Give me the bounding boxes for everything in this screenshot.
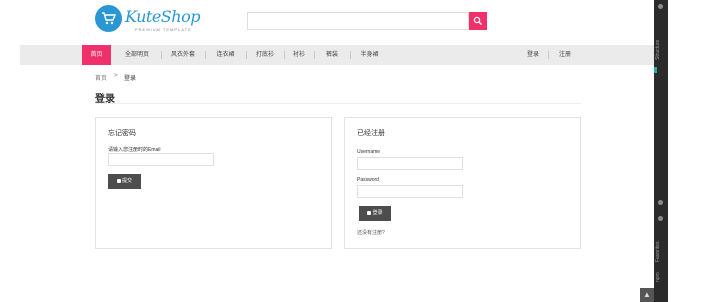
nav-divider <box>246 51 247 59</box>
nav-item-all[interactable]: 全部明页 <box>116 45 158 65</box>
nav-divider <box>314 51 315 59</box>
scroll-top-button[interactable]: ▲ <box>640 288 654 302</box>
nav-divider <box>205 51 206 59</box>
nav-divider <box>350 51 351 59</box>
forgot-submit-button[interactable]: 提交 <box>108 174 141 189</box>
title-divider <box>95 103 581 104</box>
side-favorites-label[interactable]: Favorites <box>655 232 667 262</box>
side-npm-label[interactable]: npm <box>655 268 667 282</box>
tool-dot-icon <box>658 216 663 221</box>
nav-item-shirts[interactable]: 衬衫 <box>287 45 311 65</box>
side-structure-label[interactable]: Structure <box>655 18 667 60</box>
nav-login-link[interactable]: 登录 <box>520 45 546 65</box>
breadcrumb-current: 登录 <box>124 76 137 82</box>
username-label: Username <box>357 149 381 155</box>
forgot-email-label: 请输入您注册时的Email <box>108 147 161 153</box>
logo-wordmark: KuteShop <box>125 7 200 26</box>
page: { "header": { "logo_text": "KuteShop", "… <box>0 0 718 302</box>
nav-divider <box>161 51 162 59</box>
nav-item-pants[interactable]: 裤装 <box>317 45 347 65</box>
side-tool-strip: Structure Favorites npm <box>654 0 668 302</box>
nav-divider <box>284 51 285 59</box>
tool-dot-icon <box>658 200 663 205</box>
left-margin <box>0 0 20 302</box>
side-marker <box>654 67 657 73</box>
username-field[interactable] <box>357 157 463 170</box>
nav-item-tops[interactable]: 打底衫 <box>249 45 281 65</box>
login-submit-button[interactable]: 登录 <box>359 206 391 221</box>
lock-icon <box>367 210 372 215</box>
no-account-register-link[interactable]: 还没有注册? <box>357 229 385 236</box>
cart-logo-icon <box>95 5 122 32</box>
login-submit-label: 登录 <box>372 210 383 216</box>
nav-item-coats[interactable]: 风衣外套 <box>163 45 203 65</box>
search-input[interactable] <box>247 12 469 30</box>
nav-item-dresses[interactable]: 连衣裙 <box>208 45 243 65</box>
breadcrumb-separator: > <box>114 73 118 79</box>
breadcrumb-home[interactable]: 首页 <box>95 73 107 82</box>
forgot-submit-label: 提交 <box>121 178 132 184</box>
nav-register-link[interactable]: 注册 <box>552 45 578 65</box>
search-icon <box>473 16 482 25</box>
login-heading: 已经注册 <box>357 130 385 137</box>
search-button[interactable] <box>469 12 487 30</box>
password-field[interactable] <box>357 185 463 198</box>
nav-divider <box>548 51 549 59</box>
nav-item-skirts[interactable]: 半身裙 <box>353 45 386 65</box>
nav-item-home[interactable]: 首页 <box>82 45 111 65</box>
tool-dot-icon <box>658 4 663 9</box>
password-label: Password <box>357 177 379 183</box>
site-logo[interactable]: KuteShop PREMIUM TEMPLATE <box>95 5 205 35</box>
lock-icon <box>116 178 121 183</box>
forgot-heading: 忘记密码 <box>108 130 136 137</box>
logo-tagline: PREMIUM TEMPLATE <box>135 27 192 32</box>
forgot-email-field[interactable] <box>108 153 214 166</box>
